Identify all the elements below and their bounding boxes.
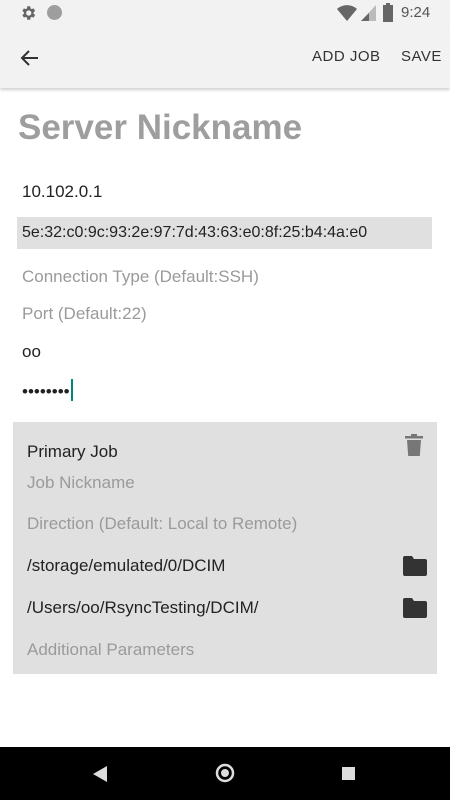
- fingerprint-field[interactable]: 5e:32:c0:9c:93:2e:97:7d:43:63:e0:8f:25:b…: [17, 217, 432, 249]
- nav-home-icon[interactable]: [215, 763, 235, 783]
- local-path-field[interactable]: /storage/emulated/0/DCIM: [27, 556, 225, 576]
- username-field[interactable]: oo: [22, 342, 41, 362]
- password-field[interactable]: ••••••••: [22, 379, 73, 402]
- server-nickname-field[interactable]: Server Nickname: [18, 108, 302, 148]
- fingerprint-value: 5e:32:c0:9c:93:2e:97:7d:43:63:e0:8f:25:b…: [22, 224, 368, 241]
- job-card: Primary Job Job Nickname Direction (Defa…: [13, 422, 437, 674]
- status-bar: 9:24: [0, 0, 450, 26]
- server-address-field[interactable]: 10.102.0.1: [22, 182, 102, 202]
- trash-icon[interactable]: [405, 434, 423, 456]
- additional-params-field[interactable]: Additional Parameters: [27, 640, 194, 660]
- add-job-button[interactable]: ADD JOB: [312, 48, 381, 65]
- password-value: ••••••••: [22, 382, 70, 401]
- status-time: 9:24: [401, 4, 431, 21]
- job-nickname-field[interactable]: Job Nickname: [27, 473, 135, 493]
- wifi-icon: [337, 5, 357, 21]
- signal-icon: [361, 5, 376, 21]
- folder-icon[interactable]: [403, 598, 427, 618]
- remote-path-field[interactable]: /Users/oo/RsyncTesting/DCIM/: [27, 598, 258, 618]
- connection-type-field[interactable]: Connection Type (Default:SSH): [22, 267, 259, 287]
- job-header: Primary Job: [27, 442, 118, 461]
- text-cursor: [70, 379, 73, 401]
- gear-icon: [22, 6, 36, 20]
- nav-back-icon[interactable]: [93, 766, 107, 782]
- app-bar: ADD JOB SAVE: [0, 26, 450, 88]
- direction-field[interactable]: Direction (Default: Local to Remote): [27, 514, 297, 534]
- save-button[interactable]: SAVE: [401, 48, 442, 65]
- navigation-bar: [0, 747, 450, 800]
- arrow-back-icon[interactable]: [14, 42, 46, 74]
- folder-icon[interactable]: [403, 556, 427, 576]
- port-field[interactable]: Port (Default:22): [22, 304, 147, 324]
- circle-icon: [47, 5, 62, 20]
- battery-icon: [383, 3, 393, 22]
- nav-recents-icon[interactable]: [342, 767, 355, 780]
